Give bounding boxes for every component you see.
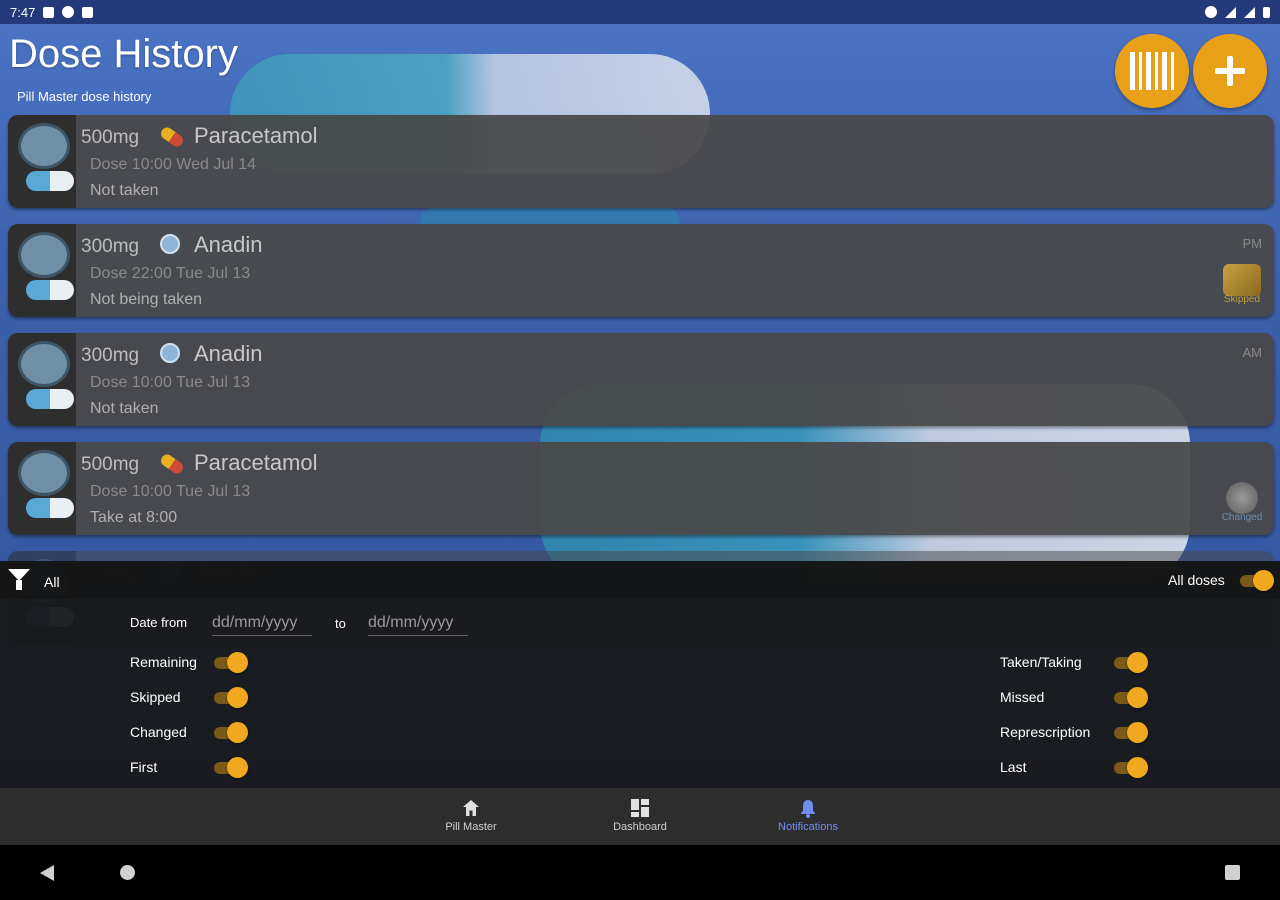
dose-status: Not taken [90, 182, 159, 199]
nav-pill-master[interactable]: Pill Master [411, 788, 531, 845]
dose-period: PM [1242, 236, 1263, 251]
bottom-navigation: Pill Master Dashboard Notifications [0, 788, 1280, 845]
medication-avatar-icon [8, 224, 76, 317]
back-icon[interactable] [40, 865, 54, 881]
nav-label-notifications: Notifications [778, 821, 838, 833]
dose-time: Dose 22:00 Tue Jul 13 [90, 265, 251, 282]
filter-option-toggle[interactable] [1114, 756, 1148, 778]
filter-option-label: Skipped [130, 689, 181, 705]
tablet-icon [160, 234, 180, 260]
medication-avatar-icon [8, 333, 76, 426]
add-dose-button[interactable] [1193, 34, 1267, 108]
filter-option-label: Represcription [1000, 724, 1091, 740]
dose-status: Not taken [90, 400, 159, 417]
dashboard-icon [631, 799, 649, 817]
dose-time: Dose 10:00 Wed Jul 14 [90, 156, 257, 173]
filter-option-label: Changed [130, 724, 187, 740]
home-icon [463, 800, 479, 816]
bell-icon [801, 800, 815, 818]
date-to-input[interactable] [368, 611, 468, 636]
wifi-icon [1225, 6, 1236, 18]
filter-option-toggle[interactable] [1114, 721, 1148, 743]
recents-icon[interactable] [1225, 865, 1240, 880]
tablet-icon [160, 343, 180, 369]
home-button-icon[interactable] [120, 865, 135, 880]
dose-card[interactable]: 300mg Anadin Dose 10:00 Tue Jul 13 Not t… [8, 333, 1274, 426]
barcode-icon [1130, 52, 1174, 90]
dose-strength: 500mg [81, 454, 140, 475]
medication-name: Paracetamol [194, 123, 318, 148]
nav-label-pill-master: Pill Master [445, 821, 497, 833]
date-from-input[interactable] [212, 611, 312, 636]
filter-option-toggle[interactable] [214, 756, 248, 778]
medication-avatar-icon [8, 115, 76, 208]
notification-icon [43, 6, 55, 18]
dose-time: Dose 10:00 Tue Jul 13 [90, 374, 251, 391]
filter-panel: All All doses Date from to Remaining Ski… [0, 561, 1280, 788]
dose-status: Take at 8:00 [90, 509, 178, 526]
system-navigation-bar [0, 845, 1280, 900]
nav-dashboard[interactable]: Dashboard [580, 788, 700, 845]
signal-icon [1244, 6, 1255, 18]
nav-notifications[interactable]: Notifications [748, 788, 868, 845]
scan-barcode-button[interactable] [1115, 34, 1189, 108]
filter-option-toggle[interactable] [1114, 686, 1148, 708]
page-subtitle: Pill Master dose history [17, 89, 152, 104]
changed-icon [1226, 482, 1258, 514]
badge-label: Changed [1221, 512, 1263, 523]
dose-card[interactable]: 500mg Paracetamol Dose 10:00 Wed Jul 14 … [8, 115, 1274, 208]
dose-badge: Changed [1220, 482, 1264, 526]
dose-badge: Skipped [1220, 264, 1264, 308]
filter-option-toggle[interactable] [214, 721, 248, 743]
nav-label-dashboard: Dashboard [613, 821, 667, 833]
dose-time: Dose 10:00 Tue Jul 13 [90, 483, 251, 500]
filter-icon[interactable] [8, 569, 30, 590]
dose-period: AM [1242, 345, 1263, 360]
filter-bar [0, 561, 1280, 599]
filter-option-label: Missed [1000, 689, 1045, 705]
battery-icon [1263, 6, 1270, 18]
capsule-icon [158, 452, 186, 476]
medication-avatar-icon [8, 442, 76, 535]
medication-name: Anadin [194, 232, 263, 257]
dose-strength: 300mg [81, 236, 140, 257]
status-bar: 7:47 [0, 0, 1280, 24]
filter-option-toggle[interactable] [1114, 651, 1148, 673]
dose-card[interactable]: 300mg Anadin Dose 22:00 Tue Jul 13 Not b… [8, 224, 1274, 317]
filter-option-toggle[interactable] [214, 686, 248, 708]
medication-name: Paracetamol [194, 450, 318, 475]
capsule-icon [158, 125, 186, 149]
all-doses-toggle[interactable] [1240, 569, 1274, 591]
all-doses-label: All doses [1168, 572, 1225, 588]
filter-option-toggle[interactable] [214, 651, 248, 673]
status-time: 7:47 [10, 4, 36, 20]
date-from-label: Date from [130, 615, 188, 630]
dose-card[interactable]: 500mg Paracetamol Dose 10:00 Tue Jul 13 … [8, 442, 1274, 535]
medication-name: Anadin [194, 341, 263, 366]
filter-scope[interactable]: All [44, 574, 60, 590]
skipped-icon [1223, 264, 1261, 296]
badge-label: Skipped [1223, 294, 1261, 305]
filter-option-label: First [130, 759, 158, 775]
sd-card-icon [82, 6, 94, 18]
dose-strength: 500mg [81, 127, 140, 148]
dose-status: Not being taken [90, 291, 203, 308]
plus-icon [1215, 56, 1245, 86]
filter-option-label: Taken/Taking [1000, 654, 1082, 670]
filter-option-label: Remaining [130, 654, 197, 670]
app-notification-icon [62, 6, 75, 18]
page-title: Dose History [9, 32, 238, 76]
alarm-icon [1205, 6, 1217, 18]
dose-strength: 300mg [81, 345, 140, 366]
filter-option-label: Last [1000, 759, 1027, 775]
date-to-label: to [335, 616, 346, 631]
